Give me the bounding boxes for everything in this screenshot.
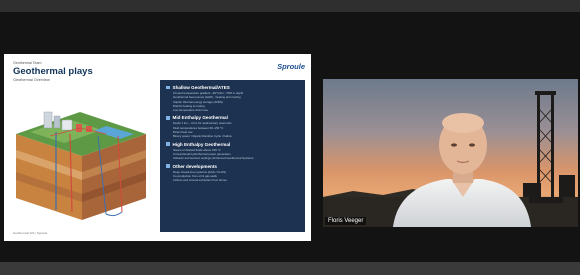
meeting-controls-bar bbox=[0, 262, 580, 275]
section-title: Mid Enthalpy Geothermal bbox=[172, 115, 228, 121]
section-title: Other developments bbox=[172, 163, 217, 169]
section-title: Shallow Geothermal/ATES bbox=[172, 85, 230, 90]
section-line: Lithium and mineral extraction from brin… bbox=[173, 178, 227, 183]
slide-kicker: Geothermal Team bbox=[13, 61, 42, 65]
bullet-icon bbox=[166, 116, 170, 120]
section-shallow: Shallow Geothermal/ATES Ground temperatu… bbox=[166, 85, 299, 112]
slide-subtitle: Geothermal Overview bbox=[13, 78, 50, 82]
section-other: Other developments Deep closed-loop syst… bbox=[166, 164, 299, 183]
participant-name-tag: Floris Veeger bbox=[325, 217, 367, 225]
bullet-icon bbox=[166, 164, 170, 168]
top-toolbar bbox=[0, 0, 580, 12]
section-line: Low temperature direct use bbox=[173, 108, 209, 113]
slide-title: Geothermal plays bbox=[13, 66, 93, 77]
geothermal-block-diagram bbox=[16, 111, 146, 220]
company-logo: Sproule bbox=[277, 62, 305, 71]
participant-video-tile[interactable]: Floris Veeger bbox=[323, 79, 578, 227]
section-line: Binary power: Organic Rankine Cycle / Ka… bbox=[173, 134, 232, 139]
participant-video bbox=[323, 79, 578, 227]
slide-footer: Geothermal 101 | Sproule bbox=[13, 231, 48, 235]
bullet-icon bbox=[166, 142, 170, 146]
section-line: Volcanic and tectonic settings, Enhanced… bbox=[173, 156, 254, 161]
section-title: High Enthalpy Geothermal bbox=[172, 141, 231, 147]
section-high-enthalpy: High Enthalpy Geothermal Steam or flashe… bbox=[166, 142, 299, 161]
shared-screen-tile[interactable]: Geothermal Team Geothermal plays Geother… bbox=[4, 54, 311, 241]
bullet-icon bbox=[166, 85, 170, 90]
geothermal-info-panel: Shallow Geothermal/ATES Ground temperatu… bbox=[160, 80, 305, 232]
section-mid-enthalpy: Mid Enthalpy Geothermal Depth 1 km – 3 k… bbox=[166, 115, 299, 138]
